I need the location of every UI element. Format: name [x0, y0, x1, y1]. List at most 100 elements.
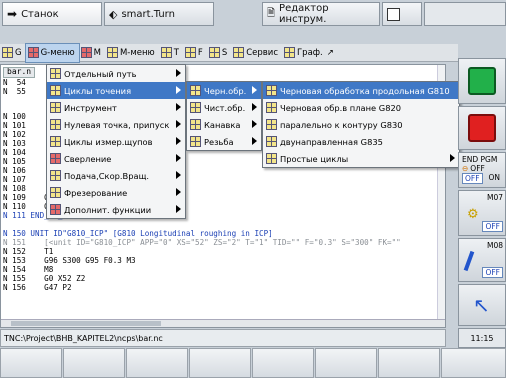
menu-item-simple-cycles[interactable]: Простые циклы [263, 150, 459, 167]
tab-label: Станок [21, 8, 59, 20]
off-label: OFF [470, 164, 485, 173]
bottom-softkey-8[interactable] [441, 348, 506, 378]
grid-icon [27, 47, 39, 58]
menu-item-single-path[interactable]: Отдельный путь [47, 65, 185, 82]
menu-item-tool[interactable]: Инструмент [47, 99, 185, 116]
tab-label: smart.Turn [121, 8, 175, 20]
file-tab[interactable]: bar.n [3, 67, 36, 78]
menu-item-probe-cycles[interactable]: Циклы измер.щупов [47, 133, 185, 150]
submenu-arrow-icon [252, 103, 257, 111]
menu-item-turning-cycles[interactable]: Циклы точения [47, 82, 185, 99]
grid-icon [266, 102, 277, 113]
submenu-arrow-icon [176, 103, 181, 111]
cursor-arrow-icon: ↖ [473, 293, 490, 317]
tab-empty [424, 2, 506, 26]
menu-item-g820[interactable]: Черновая обр.в плане G820 [263, 99, 459, 116]
menu-m[interactable]: M [79, 44, 105, 62]
grid-icon [160, 47, 172, 58]
roughing-submenu: Черновая обработка продольная G810 Черно… [262, 81, 460, 168]
grid-icon [208, 47, 220, 58]
menu-item-groove[interactable]: Канавка [187, 116, 261, 133]
menu-m-menu[interactable]: M-меню [105, 44, 159, 62]
menu-item-drilling[interactable]: Сверление [47, 150, 185, 167]
menu-service[interactable]: Сервис [231, 44, 282, 62]
bottom-softkey-2[interactable] [63, 348, 125, 378]
grid-icon [266, 136, 277, 147]
submenu-arrow-icon [450, 154, 455, 162]
grid-icon [190, 136, 201, 147]
off-label: OFF [482, 221, 503, 232]
submenu-arrow-icon [176, 120, 181, 128]
green-led-softkey[interactable] [458, 58, 506, 104]
menu-f[interactable]: F [183, 44, 207, 62]
end-pgm-label: END PGM [462, 155, 498, 164]
grid-icon [2, 47, 13, 58]
tab-machine[interactable]: ➡ Станок [2, 2, 102, 26]
code-line[interactable]: N 156 G47 P2 [3, 283, 72, 293]
tab-tool-editor[interactable]: 🗎 Редактор инструм. [262, 2, 380, 26]
m07-softkey[interactable]: M07 ⚙ OFF [458, 190, 506, 236]
grid-icon [50, 170, 61, 181]
turn-arrows-icon: ⬖ [109, 7, 118, 21]
grid-icon [50, 153, 61, 164]
menu-item-g835[interactable]: двунаправленная G835 [263, 133, 459, 150]
menu-item-thread[interactable]: Резьба [187, 133, 261, 150]
file-path-status: TNC:\Project\BHB_KAPITEL2\ncps\bar.nc [0, 329, 446, 347]
submenu-arrow-icon [176, 154, 181, 162]
machine-arrow-icon: ➡ [7, 7, 18, 21]
clock-icon: ⊖ [462, 164, 469, 173]
tool-editor-icon: 🗎 [267, 7, 276, 19]
submenu-arrow-icon [176, 137, 181, 145]
off-label: OFF [482, 267, 503, 278]
grid-icon [266, 153, 277, 164]
bottom-softkey-5[interactable] [252, 348, 314, 378]
horizontal-scrollbar[interactable] [1, 319, 445, 327]
submenu-arrow-icon [252, 120, 257, 128]
menu-t[interactable]: T [159, 44, 183, 62]
bottom-softkey-4[interactable] [189, 348, 251, 378]
off-toggle[interactable]: OFF [462, 173, 483, 184]
bottom-softkey-7[interactable] [378, 348, 440, 378]
tab-save[interactable] [382, 2, 422, 26]
scrollbar-thumb[interactable] [11, 321, 161, 326]
menu-item-zero-point[interactable]: Нулевая точка, припуск [47, 116, 185, 133]
cursor-softkey[interactable]: ↖ [458, 284, 506, 326]
coolant-icon: ⚙ [467, 207, 479, 222]
menu-graphics[interactable]: Граф. ↗ [282, 44, 338, 62]
m08-softkey[interactable]: M08 OFF [458, 238, 506, 282]
menu-item-feed-speed[interactable]: Подача,Скор.Вращ. [47, 167, 185, 184]
m07-label: M07 [486, 193, 503, 202]
menu-item-finishing[interactable]: Чист.обр. [187, 99, 261, 116]
green-led-icon [468, 67, 496, 95]
grid-icon [266, 119, 277, 130]
menu-item-g810[interactable]: Черновая обработка продольная G810 [263, 82, 459, 99]
menu-item-milling[interactable]: Фрезерование [47, 184, 185, 201]
grid-icon [190, 102, 201, 113]
bottom-softkey-6[interactable] [315, 348, 377, 378]
bottom-softkey-3[interactable] [126, 348, 188, 378]
code-line[interactable]: N 151 [<unit ID="G810_ICP" APP="0" XS="5… [3, 238, 401, 248]
grid-icon [50, 68, 61, 79]
softkey-menu-bar: G G-меню M M-меню T F S Сервис Граф. ↗ [0, 42, 458, 63]
red-led-icon [468, 114, 496, 142]
save-icon [387, 7, 400, 21]
submenu-arrow-icon [252, 137, 257, 145]
on-toggle[interactable]: ON [489, 173, 501, 184]
menu-item-g830[interactable]: паралельно к контуру G830 [263, 116, 459, 133]
menu-s[interactable]: S [207, 44, 231, 62]
grid-icon [190, 85, 201, 96]
end-pgm-softkey[interactable]: END PGM ⊖ OFF OFF ON [458, 152, 506, 188]
bottom-softkey-1[interactable] [0, 348, 62, 378]
menu-item-roughing[interactable]: Черн.обр. [187, 82, 261, 99]
menu-g-menu[interactable]: G-меню [24, 42, 80, 63]
cursor-arrow-icon: ↗ [326, 47, 334, 58]
tab-smart-turn[interactable]: ⬖ smart.Turn [104, 2, 214, 26]
menu-g[interactable]: G [0, 44, 26, 62]
turning-cycles-submenu: Черн.обр. Чист.обр. Канавка Резьба [186, 81, 262, 151]
clock-display: 11:15 [458, 328, 506, 348]
tab-label: Редактор инструм. [279, 3, 329, 25]
menu-item-additional-functions[interactable]: Дополнит. функции [47, 201, 185, 218]
red-led-softkey[interactable] [458, 106, 506, 150]
code-line[interactable]: N 55 [3, 87, 26, 97]
grid-icon [80, 47, 92, 58]
